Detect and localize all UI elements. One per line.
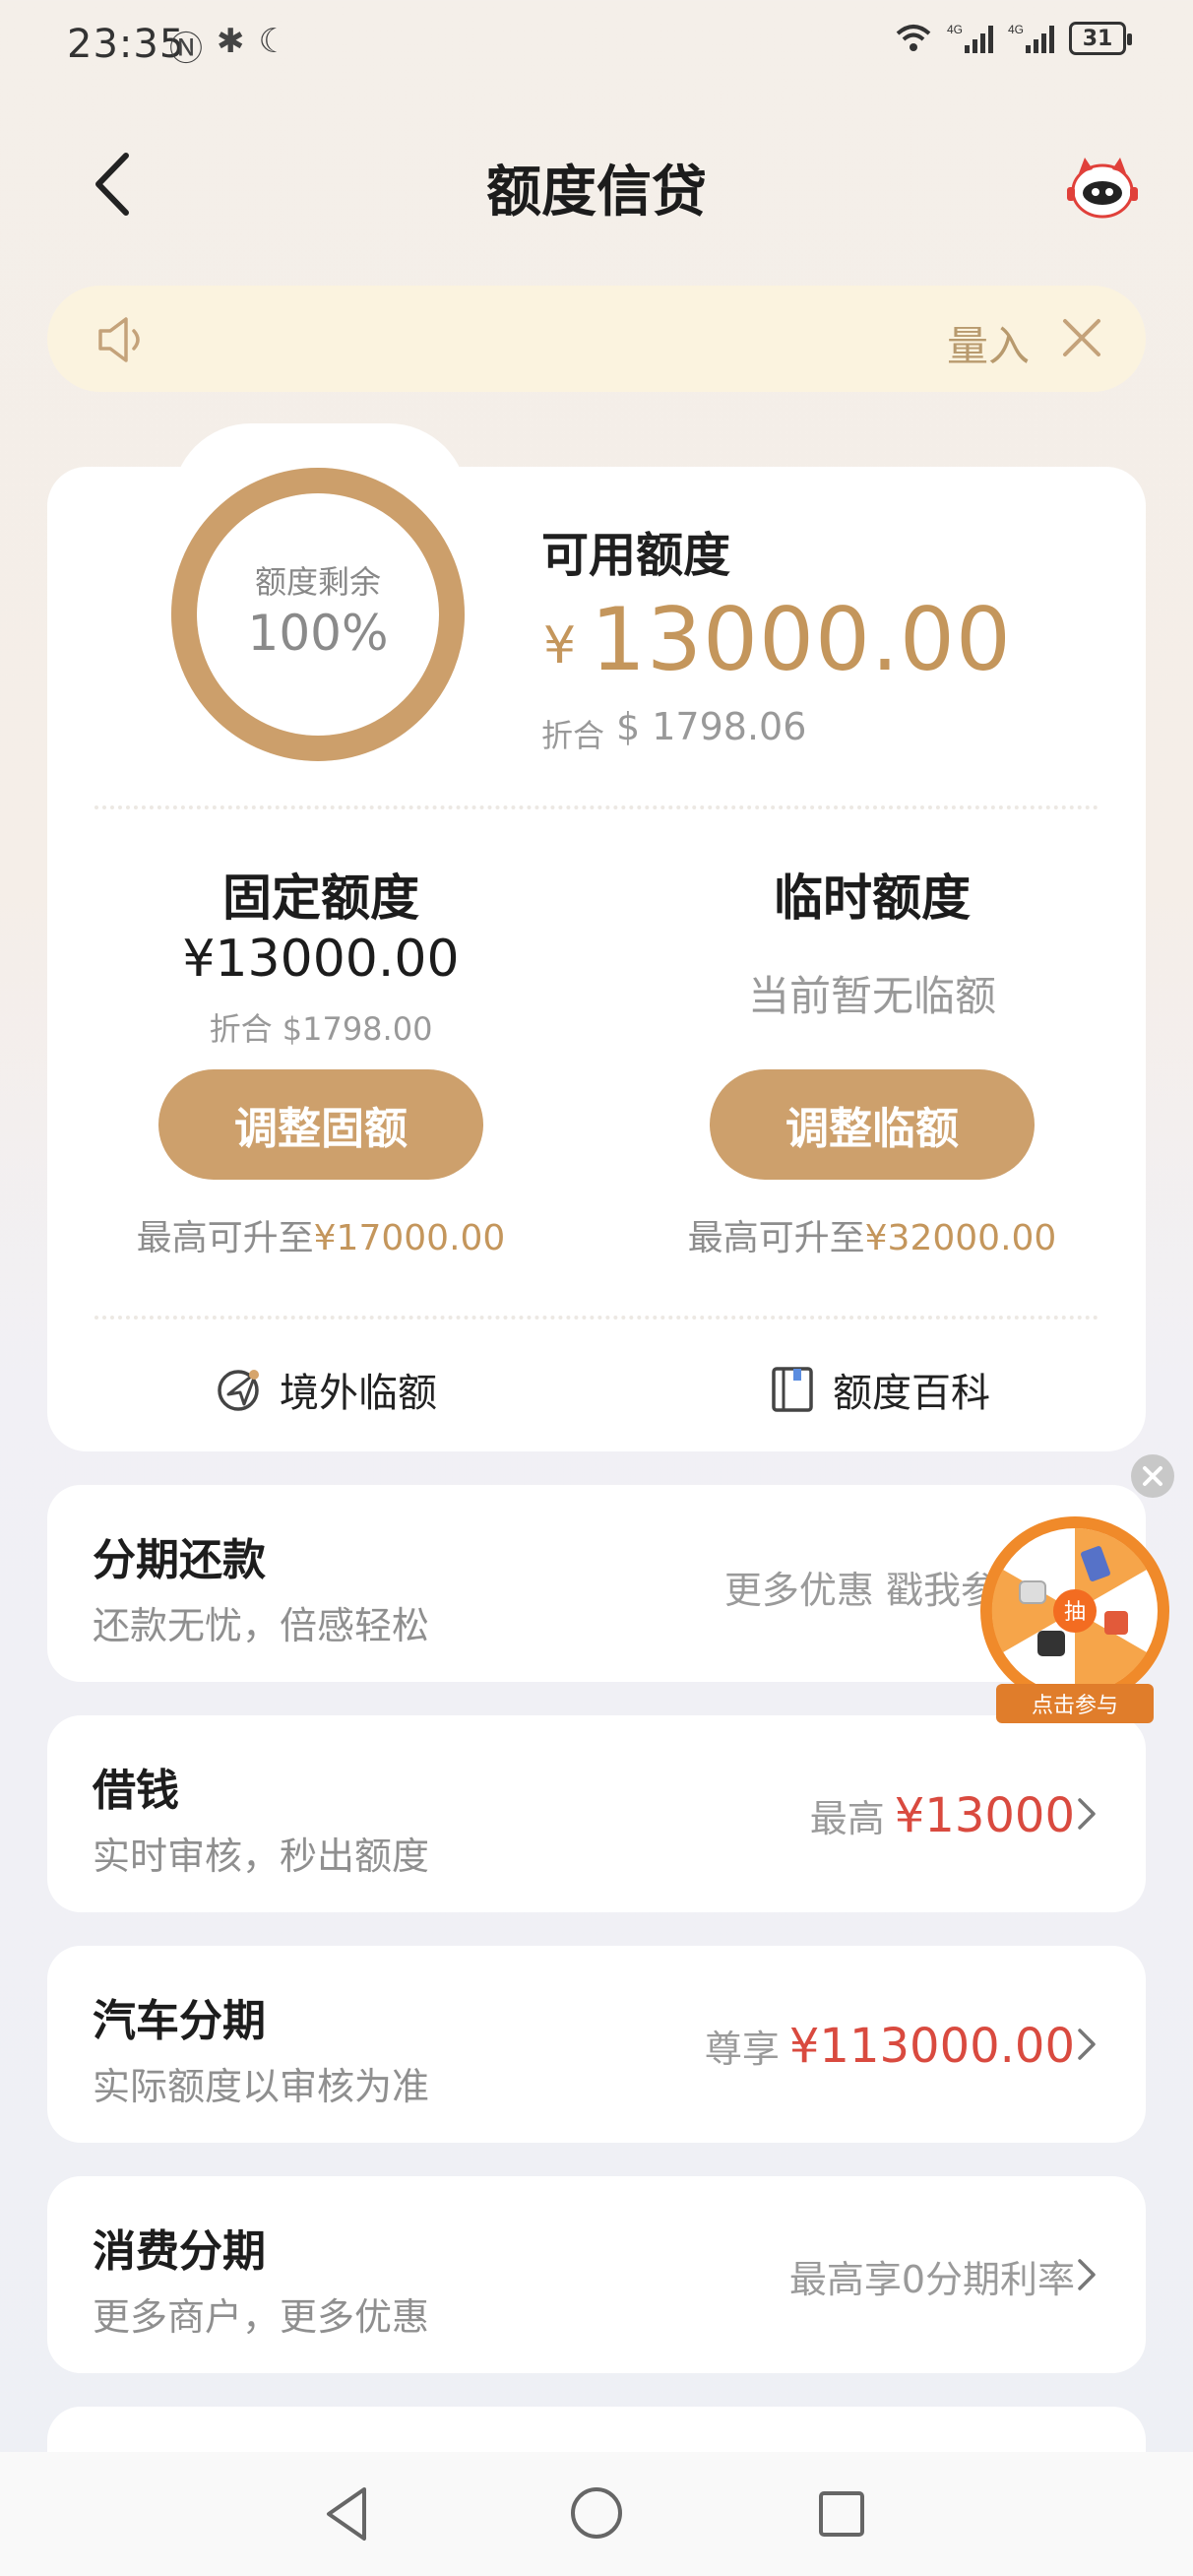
divider <box>94 805 1099 809</box>
fixed-max-prefix: 最高可升至 <box>136 1218 314 1258</box>
svg-text:4G: 4G <box>947 23 963 36</box>
list-item-right: 最高 ¥13000 <box>810 1788 1075 1843</box>
temp-max-value: ¥32000.00 <box>864 1218 1057 1258</box>
nav-back-icon[interactable] <box>315 2479 384 2548</box>
available-currency: ¥ <box>543 616 577 676</box>
list-item[interactable]: 消费分期 更多商户，更多优惠 最高享0分期利率 <box>47 2176 1146 2373</box>
signal-4g-icon: 4G <box>1008 23 1054 53</box>
list-item-right: 更多优惠 戳我参 <box>724 1560 998 1614</box>
list-item-title: 分期还款 <box>93 1535 266 1585</box>
available-conv-value: $ 1798.06 <box>616 705 807 748</box>
notice-text: 量入 <box>946 322 1030 370</box>
book-icon <box>772 1367 813 1412</box>
fixed-max-line: 最高可升至¥17000.00 <box>65 1209 577 1260</box>
moon-icon: ☾ <box>258 22 288 61</box>
list-item-subtitle: 还款无忧，倍感轻松 <box>93 1604 430 1647</box>
plane-globe-icon <box>218 1370 259 1411</box>
wheel-center-text: 抽 <box>1064 1600 1086 1625</box>
list-item[interactable]: 汽车分期 实际额度以审核为准 尊享 ¥113000.00 <box>47 1946 1146 2143</box>
nav-recent-icon[interactable] <box>809 2481 874 2546</box>
list-item-right-prefix: 更多优惠 戳我参 <box>723 1569 998 1612</box>
system-nav-bar <box>0 2452 1193 2576</box>
list-item-right: 最高享0分期利率 <box>789 2249 1075 2303</box>
list-item-subtitle: 实时审核，秒出额度 <box>93 1835 430 1878</box>
adjust-fixed-button[interactable]: 调整固额 <box>158 1069 483 1180</box>
overseas-temp-label: 境外临额 <box>280 1371 437 1416</box>
assistant-robot-icon[interactable] <box>1063 148 1142 226</box>
status-time: 23:35 <box>67 22 186 67</box>
nav-home-icon[interactable] <box>561 2478 632 2548</box>
status-left-icons: Ⓝ ✱ ☾ <box>169 22 288 70</box>
battery-icon: 31 <box>1069 22 1132 55</box>
nfc-icon: Ⓝ <box>169 30 203 69</box>
list-item-right-prefix: 最高享0分期利率 <box>788 2258 1075 2301</box>
fixed-amount: ¥13000.00 <box>182 930 460 989</box>
temp-max-prefix: 最高可升至 <box>687 1218 865 1258</box>
list-item-right: 尊享 ¥113000.00 <box>705 2019 1075 2074</box>
list-item-title: 消费分期 <box>93 2226 266 2277</box>
temp-empty-text: 当前暂无临额 <box>747 972 996 1020</box>
credit-wiki-link[interactable]: 额度百科 <box>768 1361 990 1418</box>
overseas-temp-link[interactable]: 境外临额 <box>215 1361 437 1418</box>
list-item-right-value: ¥13000 <box>894 1788 1075 1843</box>
notice-bar[interactable]: 量入 <box>47 286 1146 392</box>
chevron-right-icon <box>1078 2259 1096 2290</box>
wifi-icon <box>896 25 931 51</box>
available-amount: 13000.00 <box>591 589 1012 690</box>
list-item-title: 汽车分期 <box>93 1996 266 2046</box>
fixed-max-value: ¥17000.00 <box>313 1218 506 1258</box>
list-item-right-prefix: 尊享 <box>704 2028 780 2071</box>
list-item-subtitle: 实际额度以审核为准 <box>93 2065 430 2108</box>
chevron-right-icon <box>1078 1798 1096 1830</box>
wheel-label[interactable]: 点击参与 <box>996 1684 1154 1723</box>
adjust-temp-button[interactable]: 调整临额 <box>710 1069 1035 1180</box>
divider <box>94 1316 1099 1320</box>
ring-percent: 100% <box>247 605 389 662</box>
signal-4g-icon: 4G <box>947 23 993 53</box>
ring-label: 额度剩余 <box>254 563 381 601</box>
credit-summary-card: 额度剩余 100% 可用额度 ¥ 13000.00 折合 $ 1798.06 固… <box>47 467 1146 1451</box>
fixed-conv: 折合 $1798.00 <box>209 1010 433 1048</box>
status-right-icons: 4G 4G 31 <box>894 22 1132 55</box>
close-icon[interactable] <box>1055 311 1108 364</box>
list-item-subtitle: 更多商户，更多优惠 <box>93 2295 430 2339</box>
fixed-title: 固定额度 <box>222 869 419 927</box>
widget-close-icon[interactable] <box>1130 1453 1175 1499</box>
available-title: 可用额度 <box>541 528 731 583</box>
list-item[interactable]: 借钱 实时审核，秒出额度 最高 ¥13000 <box>47 1715 1146 1912</box>
lucky-wheel-widget[interactable]: 抽 <box>976 1513 1173 1709</box>
bluetooth-icon: ✱ <box>217 22 245 61</box>
list-item-title: 借钱 <box>93 1766 179 1816</box>
available-conv-label: 折合 <box>541 717 605 754</box>
temp-max-line: 最高可升至¥32000.00 <box>616 1209 1128 1260</box>
speaker-icon <box>98 317 140 362</box>
chevron-right-icon <box>1078 2029 1096 2060</box>
credit-wiki-label: 额度百科 <box>833 1371 990 1416</box>
list-item-right-value: ¥113000.00 <box>788 2019 1075 2074</box>
list-item-right-prefix: 最高 <box>809 1797 885 1840</box>
svg-text:4G: 4G <box>1008 23 1024 36</box>
temp-title: 临时额度 <box>774 869 971 927</box>
page-title: 额度信贷 <box>486 161 707 225</box>
